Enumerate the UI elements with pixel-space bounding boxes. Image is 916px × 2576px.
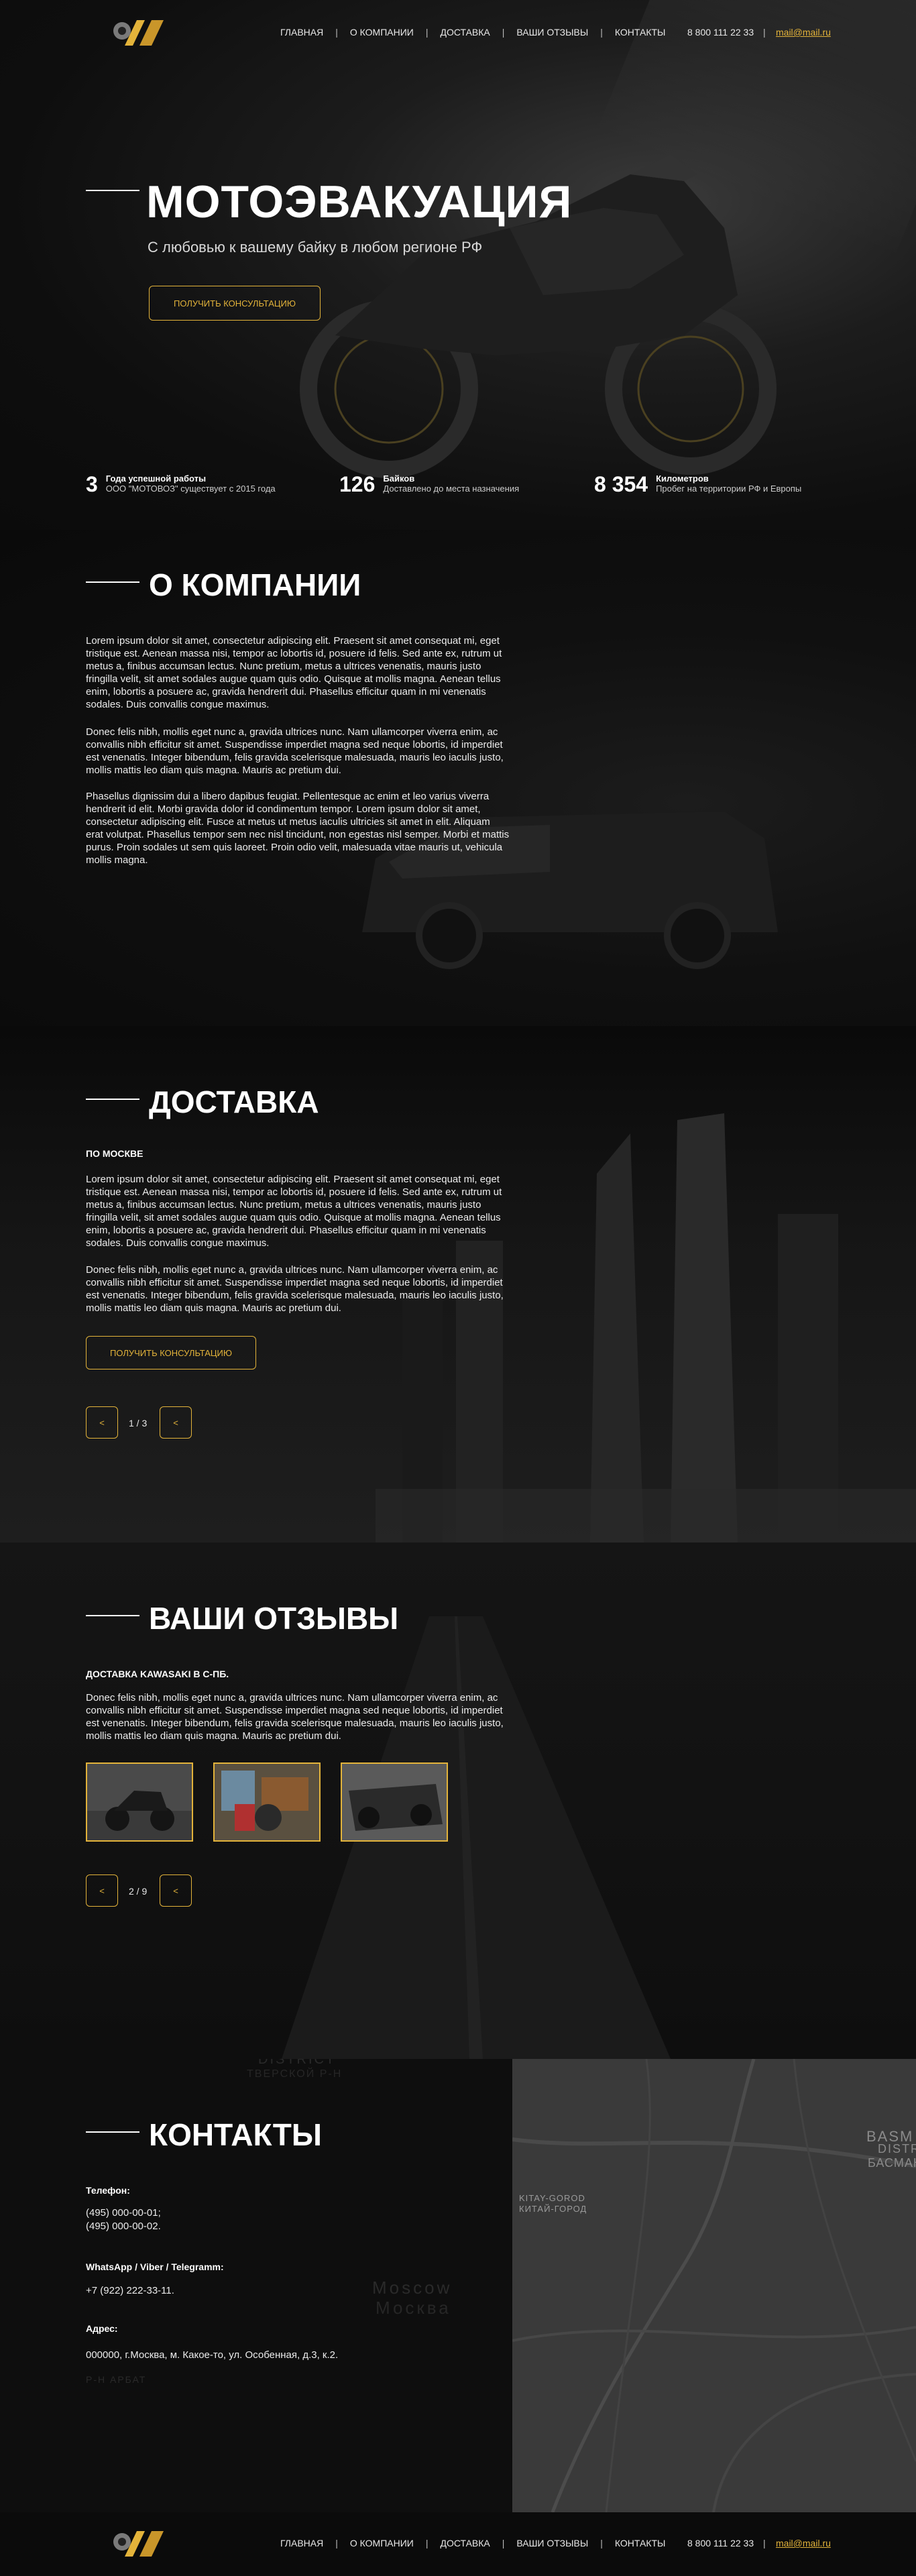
- stat-text: Пробег на территории РФ и Европы: [656, 484, 802, 494]
- nav-contacts[interactable]: КОНТАКТЫ: [615, 2538, 666, 2549]
- footer: ГЛАВНАЯ | О КОМПАНИИ | ДОСТАВКА | ВАШИ О…: [0, 2512, 916, 2576]
- map-district-label: KITAY-GOROD: [519, 2193, 585, 2203]
- reviews-title: ВАШИ ОТЗЫВЫ: [149, 1601, 399, 1636]
- address-value: 000000, г.Москва, м. Какое-то, ул. Особе…: [86, 2349, 339, 2361]
- nav-separator: |: [425, 27, 428, 38]
- stat-text: ООО "МОТОВОЗ" существует с 2015 года: [105, 484, 276, 494]
- nav-separator: |: [335, 2538, 338, 2549]
- about-section: О КОМПАНИИ Lorem ipsum dolor sit amet, c…: [0, 530, 916, 1026]
- map-roads: [512, 2059, 916, 2512]
- city-skyline-image: [376, 1113, 916, 1543]
- top-header: ГЛАВНАЯ | О КОМПАНИИ | ДОСТАВКА | ВАШИ О…: [0, 0, 916, 64]
- logo-icon[interactable]: [110, 17, 168, 47]
- about-paragraph: Donec felis nibh, mollis eget nunc a, gr…: [86, 726, 504, 776]
- reviews-subtitle: ДОСТАВКА KAWASAKI В С-ПБ.: [86, 1669, 229, 1679]
- delivery-slide-counter: 1 / 3: [129, 1418, 148, 1429]
- address-label: Адрес:: [86, 2323, 118, 2334]
- nav-separator: |: [502, 2538, 505, 2549]
- hero-subtitle: С любовью к вашему байку в любом регионе…: [148, 239, 483, 256]
- footer-email-link[interactable]: mail@mail.ru: [776, 2538, 831, 2549]
- stat-text: Доставлено до места назначения: [383, 484, 520, 494]
- nav-separator: |: [600, 2538, 603, 2549]
- heading-line-decoration: [86, 2131, 139, 2133]
- map-district-label: КИТАЙ-ГОРОД: [519, 2204, 587, 2214]
- nav-separator: |: [600, 27, 603, 38]
- heading-line-decoration: [86, 581, 139, 583]
- about-paragraph: Lorem ipsum dolor sit amet, consectetur …: [86, 635, 502, 710]
- delivery-consult-button[interactable]: ПОЛУЧИТЬ КОНСУЛЬТАЦИЮ: [86, 1336, 256, 1369]
- heading-line-decoration: [86, 1099, 139, 1100]
- phone-value[interactable]: (495) 000-00-02.: [86, 2220, 161, 2233]
- delivery-paragraph: Donec felis nibh, mollis eget nunc a, gr…: [86, 1264, 504, 1314]
- reviews-next-button[interactable]: <: [160, 1874, 192, 1907]
- map-district-label: Р-Н АРБАТ: [86, 2374, 147, 2385]
- map-district-label: ТВЕРСКОЙ Р-Н: [247, 2068, 343, 2080]
- phone-label: Телефон:: [86, 2185, 130, 2196]
- nav-home[interactable]: ГЛАВНАЯ: [280, 27, 323, 38]
- nav-separator: |: [502, 27, 505, 38]
- main-nav: ГЛАВНАЯ | О КОМПАНИИ | ДОСТАВКА | ВАШИ О…: [280, 27, 665, 38]
- nav-reviews[interactable]: ВАШИ ОТЗЫВЫ: [516, 2538, 588, 2549]
- footer-separator: |: [763, 2538, 766, 2549]
- nav-delivery[interactable]: ДОСТАВКА: [440, 27, 490, 38]
- reviews-paragraph: Donec felis nibh, mollis eget nunc a, gr…: [86, 1692, 504, 1742]
- stat-label: Километров: [656, 473, 709, 484]
- stat-years: 3 Года успешной работы ООО "МОТОВОЗ" сущ…: [86, 472, 276, 496]
- stat-label: Года успешной работы: [105, 473, 207, 484]
- heading-line-decoration: [86, 1615, 139, 1616]
- heading-line-decoration: [86, 190, 139, 191]
- messenger-label: WhatsApp / Viber / Telegramm:: [86, 2261, 224, 2272]
- map-district-label: DISTRICT: [258, 2059, 337, 2067]
- map-district-label: DISTR: [878, 2142, 916, 2155]
- map-city-label: Moscow: [372, 2278, 453, 2298]
- about-paragraph: Phasellus dignissim dui a libero dapibus…: [86, 791, 510, 866]
- stat-value: 8 354: [594, 472, 648, 496]
- review-photo-thumbnail[interactable]: [341, 1762, 448, 1842]
- stat-value: 126: [339, 472, 376, 496]
- stat-bikes: 126 Байков Доставлено до места назначени…: [339, 472, 519, 496]
- review-photo-thumbnail[interactable]: [86, 1762, 193, 1842]
- hero-section: ГЛАВНАЯ | О КОМПАНИИ | ДОСТАВКА | ВАШИ О…: [0, 0, 916, 530]
- delivery-paragraph: Lorem ipsum dolor sit amet, consectetur …: [86, 1174, 502, 1249]
- nav-reviews[interactable]: ВАШИ ОТЗЫВЫ: [516, 27, 588, 38]
- delivery-section: ДОСТАВКА ПО МОСКВЕ Lorem ipsum dolor sit…: [0, 1026, 916, 1543]
- about-title: О КОМПАНИИ: [149, 567, 361, 602]
- stat-kilometers: 8 354 Километров Пробег на территории РФ…: [594, 472, 801, 496]
- map-widget[interactable]: BASM DISTR БАСМАН KITAY-GOROD КИТАЙ-ГОРО…: [512, 2059, 916, 2512]
- reviews-prev-button[interactable]: <: [86, 1874, 118, 1907]
- footer-nav: ГЛАВНАЯ | О КОМПАНИИ | ДОСТАВКА | ВАШИ О…: [280, 2538, 665, 2549]
- nav-about[interactable]: О КОМПАНИИ: [350, 2538, 414, 2549]
- nav-about[interactable]: О КОМПАНИИ: [350, 27, 414, 38]
- map-district-label: БАСМАН: [868, 2156, 916, 2170]
- map-city-label: Москва: [376, 2298, 451, 2318]
- delivery-title: ДОСТАВКА: [149, 1084, 319, 1119]
- delivery-next-button[interactable]: <: [160, 1406, 192, 1439]
- stat-value: 3: [86, 472, 98, 496]
- reviews-slide-counter: 2 / 9: [129, 1886, 148, 1897]
- messenger-value[interactable]: +7 (922) 222-33-11.: [86, 2284, 174, 2298]
- header-separator: |: [763, 27, 766, 38]
- stat-label: Байков: [383, 473, 415, 484]
- contacts-title: КОНТАКТЫ: [149, 2117, 322, 2152]
- header-email-link[interactable]: mail@mail.ru: [776, 27, 831, 38]
- footer-phone[interactable]: 8 800 111 22 33: [687, 2538, 754, 2549]
- nav-separator: |: [335, 27, 338, 38]
- nav-delivery[interactable]: ДОСТАВКА: [440, 2538, 490, 2549]
- nav-contacts[interactable]: КОНТАКТЫ: [615, 27, 666, 38]
- logo-icon[interactable]: [110, 2528, 168, 2558]
- delivery-subtitle: ПО МОСКВЕ: [86, 1148, 144, 1159]
- header-phone[interactable]: 8 800 111 22 33: [687, 27, 754, 38]
- hero-consult-button[interactable]: ПОЛУЧИТЬ КОНСУЛЬТАЦИЮ: [149, 286, 321, 321]
- phone-value[interactable]: (495) 000-00-01;: [86, 2206, 161, 2220]
- contacts-section: КОНТАКТЫ Телефон: (495) 000-00-01; (495)…: [0, 2059, 916, 2512]
- review-photo-thumbnail[interactable]: [213, 1762, 321, 1842]
- nav-home[interactable]: ГЛАВНАЯ: [280, 2538, 323, 2549]
- nav-separator: |: [425, 2538, 428, 2549]
- delivery-prev-button[interactable]: <: [86, 1406, 118, 1439]
- hero-title: МОТОЭВАКУАЦИЯ: [146, 176, 573, 227]
